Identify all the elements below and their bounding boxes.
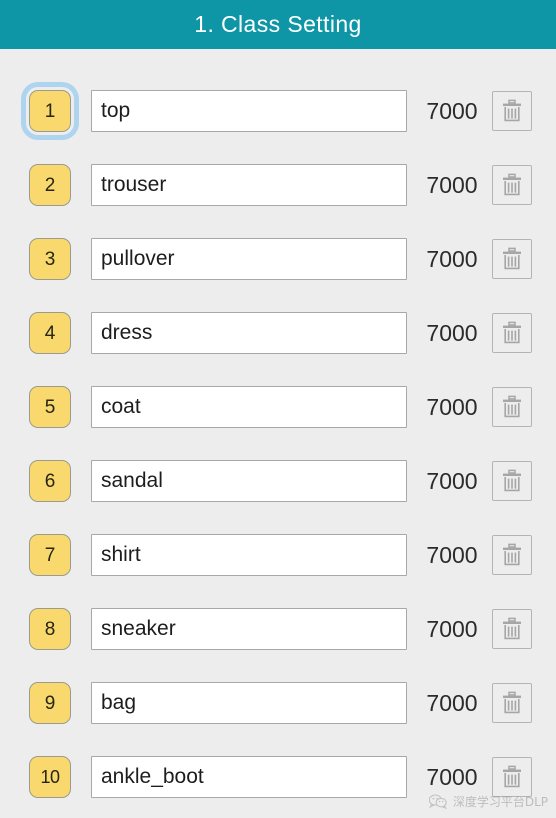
class-name-input[interactable] xyxy=(91,756,407,798)
class-name-input[interactable] xyxy=(91,534,407,576)
class-index-badge[interactable]: 3 xyxy=(26,235,74,283)
trash-icon xyxy=(503,617,521,640)
delete-class-button[interactable] xyxy=(492,461,532,501)
class-index-label: 3 xyxy=(44,248,56,270)
delete-class-button[interactable] xyxy=(492,91,532,131)
trash-icon xyxy=(503,99,521,122)
class-index-badge[interactable]: 5 xyxy=(26,383,74,431)
class-row: 3 7000 xyxy=(0,222,556,296)
delete-class-button[interactable] xyxy=(492,683,532,723)
class-index-label: 9 xyxy=(44,692,56,714)
trash-icon xyxy=(503,469,521,492)
class-index-badge[interactable]: 7 xyxy=(26,531,74,579)
trash-icon xyxy=(503,543,521,566)
class-name-input[interactable] xyxy=(91,312,407,354)
trash-icon xyxy=(503,173,521,196)
delete-class-button[interactable] xyxy=(492,239,532,279)
delete-class-button[interactable] xyxy=(492,609,532,649)
class-index-badge[interactable]: 4 xyxy=(26,309,74,357)
class-index-label: 5 xyxy=(44,396,56,418)
class-index-label: 6 xyxy=(44,470,56,492)
class-sample-count: 7000 xyxy=(426,467,478,494)
class-name-input[interactable] xyxy=(91,164,407,206)
class-index-badge[interactable]: 9 xyxy=(26,679,74,727)
class-index-badge[interactable]: 2 xyxy=(26,161,74,209)
delete-class-button[interactable] xyxy=(492,535,532,575)
class-index-badge-inner: 3 xyxy=(29,238,71,280)
class-index-badge[interactable]: 8 xyxy=(26,605,74,653)
class-row: 5 7000 xyxy=(0,370,556,444)
class-index-label: 10 xyxy=(40,767,60,787)
class-name-input[interactable] xyxy=(91,608,407,650)
class-index-badge-inner: 5 xyxy=(29,386,71,428)
trash-icon xyxy=(503,765,521,788)
class-row: 2 7000 xyxy=(0,148,556,222)
class-index-badge-inner: 1 xyxy=(29,90,71,132)
class-index-badge-inner: 6 xyxy=(29,460,71,502)
class-row: 10 7000 xyxy=(0,740,556,814)
class-index-badge-inner: 8 xyxy=(29,608,71,650)
class-index-badge-inner: 9 xyxy=(29,682,71,724)
class-index-label: 8 xyxy=(44,618,56,640)
trash-icon xyxy=(503,247,521,270)
class-index-badge-inner: 4 xyxy=(29,312,71,354)
class-sample-count: 7000 xyxy=(426,245,478,272)
class-index-badge[interactable]: 10 xyxy=(26,753,74,801)
class-row: 7 7000 xyxy=(0,518,556,592)
class-index-badge-inner: 10 xyxy=(29,756,71,798)
class-index-badge-inner: 2 xyxy=(29,164,71,206)
trash-icon xyxy=(503,395,521,418)
class-name-input[interactable] xyxy=(91,386,407,428)
class-row: 8 7000 xyxy=(0,592,556,666)
class-index-label: 2 xyxy=(44,174,56,196)
page-header: 1. Class Setting xyxy=(0,0,556,49)
class-index-badge[interactable]: 1 xyxy=(26,87,74,135)
class-sample-count: 7000 xyxy=(426,171,478,198)
class-sample-count: 7000 xyxy=(426,97,478,124)
class-name-input[interactable] xyxy=(91,238,407,280)
class-row: 9 7000 xyxy=(0,666,556,740)
trash-icon xyxy=(503,691,521,714)
class-index-badge-inner: 7 xyxy=(29,534,71,576)
class-sample-count: 7000 xyxy=(426,615,478,642)
class-index-label: 7 xyxy=(44,544,56,566)
class-name-input[interactable] xyxy=(91,90,407,132)
class-index-label: 4 xyxy=(44,322,56,344)
delete-class-button[interactable] xyxy=(492,387,532,427)
class-list: 1 7000 2 7000 3 7000 4 7000 5 7000 6 7000 7 7000 8 7000… xyxy=(0,49,556,814)
class-sample-count: 7000 xyxy=(426,541,478,568)
delete-class-button[interactable] xyxy=(492,313,532,353)
class-sample-count: 7000 xyxy=(426,319,478,346)
page-title: 1. Class Setting xyxy=(194,11,362,37)
class-name-input[interactable] xyxy=(91,460,407,502)
trash-icon xyxy=(503,321,521,344)
class-sample-count: 7000 xyxy=(426,689,478,716)
class-index-label: 1 xyxy=(44,100,56,122)
class-sample-count: 7000 xyxy=(426,763,478,790)
class-name-input[interactable] xyxy=(91,682,407,724)
delete-class-button[interactable] xyxy=(492,165,532,205)
class-row: 6 7000 xyxy=(0,444,556,518)
class-row: 4 7000 xyxy=(0,296,556,370)
delete-class-button[interactable] xyxy=(492,757,532,797)
class-row: 1 7000 xyxy=(0,74,556,148)
class-index-badge[interactable]: 6 xyxy=(26,457,74,505)
class-sample-count: 7000 xyxy=(426,393,478,420)
class-setting-screen: 1. Class Setting 1 7000 2 7000 3 7000 4 7000 5 70… xyxy=(0,0,556,818)
